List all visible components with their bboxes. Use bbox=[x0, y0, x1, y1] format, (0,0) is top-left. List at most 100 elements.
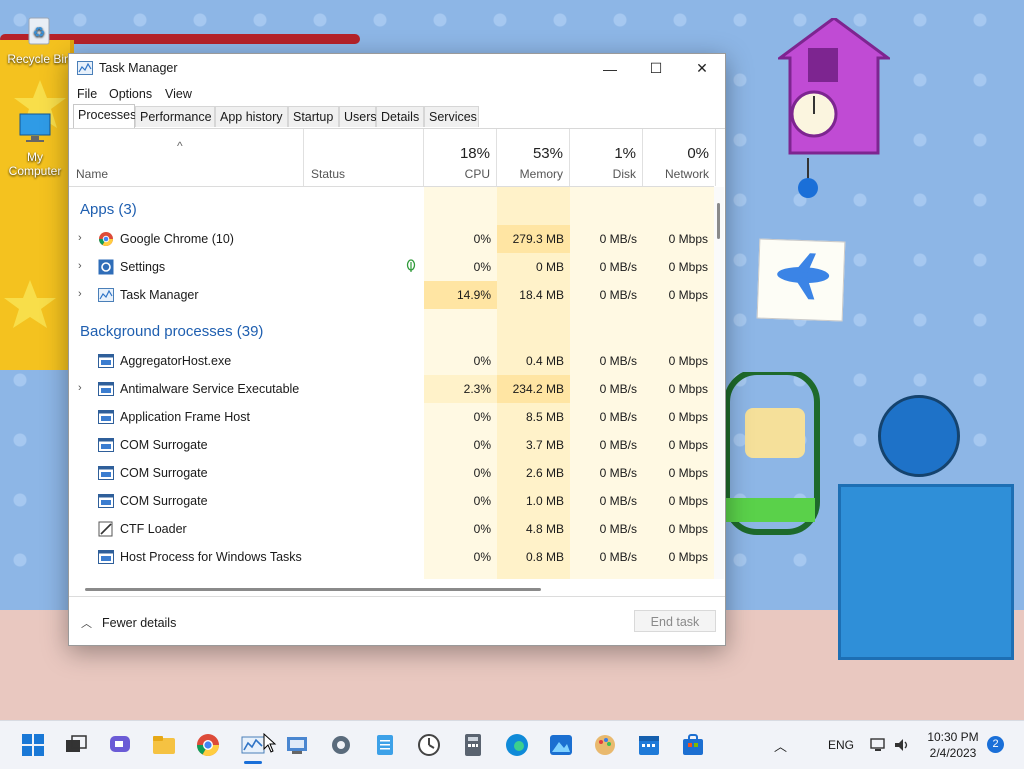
horizontal-scroll-thumb[interactable] bbox=[85, 588, 541, 591]
my-computer-shortcut[interactable]: My Computer bbox=[0, 110, 70, 178]
close-button[interactable]: ✕ bbox=[679, 54, 725, 83]
active-app-indicator bbox=[244, 761, 262, 764]
tab-app-history[interactable]: App history bbox=[215, 106, 288, 127]
network-column-header[interactable]: 0% Network bbox=[643, 129, 716, 186]
memory-value: 0 MB bbox=[535, 260, 564, 274]
task-manager-icon bbox=[98, 287, 114, 303]
tab-startup[interactable]: Startup bbox=[288, 106, 339, 127]
vertical-scrollbar[interactable] bbox=[714, 187, 724, 579]
process-row[interactable]: › Task Manager 14.9% 18.4 MB 0 MB/s 0 Mbps bbox=[69, 281, 714, 309]
process-row[interactable]: › Google Chrome (10) 0% 279.3 MB 0 MB/s 0 Mbp… bbox=[69, 225, 714, 253]
memory-value: 234.2 MB bbox=[497, 375, 570, 403]
background-group-header[interactable]: Background processes (39) bbox=[80, 323, 263, 340]
process-row[interactable]: Host Process for Windows Tasks 0% 0.8 MB 0 … bbox=[69, 543, 714, 571]
task-view-icon[interactable] bbox=[63, 732, 89, 758]
process-row[interactable]: COM Surrogate 0% 2.6 MB 0 MB/s 0 Mbps bbox=[69, 459, 714, 487]
photos-icon[interactable] bbox=[548, 732, 574, 758]
tab-users[interactable]: Users bbox=[339, 106, 377, 127]
chat-icon[interactable] bbox=[107, 732, 133, 758]
show-hidden-icons-button[interactable]: ︿ bbox=[774, 721, 787, 769]
minimize-button[interactable]: — bbox=[587, 54, 633, 83]
process-name: AggregatorHost.exe bbox=[120, 354, 232, 368]
settings-icon[interactable] bbox=[328, 732, 354, 758]
horizontal-scrollbar[interactable] bbox=[69, 585, 714, 595]
paint-icon[interactable] bbox=[592, 732, 618, 758]
apps-group-header[interactable]: Apps (3) bbox=[80, 201, 137, 218]
process-row[interactable]: CTF Loader 0% 4.8 MB 0 MB/s 0 Mbps bbox=[69, 515, 714, 543]
process-name: Antimalware Service Executable bbox=[120, 382, 300, 396]
tab-processes[interactable]: Processes bbox=[73, 104, 136, 128]
cpu-column-header[interactable]: 18% CPU bbox=[424, 129, 497, 186]
process-row[interactable]: AggregatorHost.exe 0% 0.4 MB 0 MB/s 0 Mbps bbox=[69, 347, 714, 375]
cpu-value: 0% bbox=[473, 410, 491, 424]
start-icon[interactable] bbox=[20, 732, 46, 758]
memory-value: 0.4 MB bbox=[525, 354, 564, 368]
maximize-button[interactable]: ☐ bbox=[633, 54, 679, 83]
notification-badge[interactable]: 2 bbox=[987, 736, 1004, 753]
clock-time: 10:30 PM bbox=[927, 730, 979, 744]
network-value: 0 Mbps bbox=[668, 410, 708, 424]
fewer-details-label: Fewer details bbox=[102, 616, 177, 630]
name-column-header[interactable]: ^ Name bbox=[69, 129, 304, 186]
memory-value: 3.7 MB bbox=[525, 438, 564, 452]
chevron-right-icon[interactable]: › bbox=[78, 232, 82, 244]
tab-services[interactable]: Services bbox=[424, 106, 479, 127]
process-row[interactable]: › Antimalware Service Executable 2.3% 234.2… bbox=[69, 375, 714, 403]
language-indicator[interactable]: ENG bbox=[828, 721, 854, 769]
chevron-right-icon[interactable]: › bbox=[78, 260, 82, 272]
calculator-icon[interactable] bbox=[460, 732, 486, 758]
process-row[interactable]: › Settings 0% 0 MB 0 MB/s 0 Mbps bbox=[69, 253, 714, 281]
menu-file[interactable]: File bbox=[77, 87, 97, 101]
network-value: 0 Mbps bbox=[668, 354, 708, 368]
disk-value: 0 MB/s bbox=[599, 382, 637, 396]
vertical-scroll-thumb[interactable] bbox=[717, 203, 720, 239]
cuckoo-clock bbox=[775, 16, 893, 198]
store-icon[interactable] bbox=[680, 732, 706, 758]
window-title: Task Manager bbox=[99, 61, 178, 75]
disk-value: 0 MB/s bbox=[599, 260, 637, 274]
process-row[interactable]: COM Surrogate 0% 3.7 MB 0 MB/s 0 Mbps bbox=[69, 431, 714, 459]
fewer-details-button[interactable]: ︿ Fewer details bbox=[81, 615, 176, 631]
app-window-icon bbox=[98, 465, 114, 481]
menu-options[interactable]: Options bbox=[109, 87, 152, 101]
control-panel-icon[interactable] bbox=[284, 732, 310, 758]
task-manager-icon bbox=[77, 61, 93, 75]
app-window-icon bbox=[98, 493, 114, 509]
disk-column-header[interactable]: 1% Disk bbox=[570, 129, 643, 186]
volume-icon[interactable] bbox=[893, 721, 911, 769]
settings-icon bbox=[98, 259, 114, 275]
network-value: 0 Mbps bbox=[668, 260, 708, 274]
chevron-right-icon[interactable]: › bbox=[78, 382, 82, 394]
disk-value: 0 MB/s bbox=[599, 288, 637, 302]
disk-value: 0 MB/s bbox=[599, 354, 637, 368]
memory-column-header[interactable]: 53% Memory bbox=[497, 129, 570, 186]
title-bar[interactable]: Task Manager — ☐ ✕ bbox=[69, 54, 725, 83]
clock-icon[interactable] bbox=[416, 732, 442, 758]
end-task-button[interactable]: End task bbox=[634, 610, 716, 632]
name-column-label: Name bbox=[76, 167, 109, 181]
app-window-icon bbox=[98, 353, 114, 369]
tab-performance[interactable]: Performance bbox=[135, 106, 215, 127]
file-explorer-icon[interactable] bbox=[151, 732, 177, 758]
calendar-icon[interactable] bbox=[636, 732, 662, 758]
edge-icon[interactable] bbox=[504, 732, 530, 758]
recycle-bin-shortcut[interactable]: ♻ Recycle Bin bbox=[4, 12, 74, 66]
cpu-value: 0% bbox=[473, 550, 491, 564]
menu-view[interactable]: View bbox=[165, 87, 192, 101]
disk-value: 0 MB/s bbox=[599, 522, 637, 536]
process-row[interactable]: Application Frame Host 0% 8.5 MB 0 MB/s 0 Mb… bbox=[69, 403, 714, 431]
clock-display[interactable]: 10:30 PM 2/4/2023 bbox=[922, 729, 984, 761]
taskbar: ︿ ENG 10:30 PM 2/4/2023 2 bbox=[0, 720, 1024, 769]
status-column-header[interactable]: Status bbox=[304, 129, 424, 186]
process-row[interactable]: COM Surrogate 0% 1.0 MB 0 MB/s 0 Mbps bbox=[69, 487, 714, 515]
process-name: Task Manager bbox=[120, 288, 199, 302]
network-icon[interactable] bbox=[870, 721, 888, 769]
notepad-icon[interactable] bbox=[372, 732, 398, 758]
network-value: 0 Mbps bbox=[668, 438, 708, 452]
chevron-right-icon[interactable]: › bbox=[78, 288, 82, 300]
chrome-icon[interactable] bbox=[195, 732, 221, 758]
network-column-label: Network bbox=[664, 167, 709, 181]
tab-details[interactable]: Details bbox=[376, 106, 424, 127]
computer-icon bbox=[17, 110, 53, 146]
tab-strip: Processes Performance App history Startu… bbox=[73, 104, 725, 128]
